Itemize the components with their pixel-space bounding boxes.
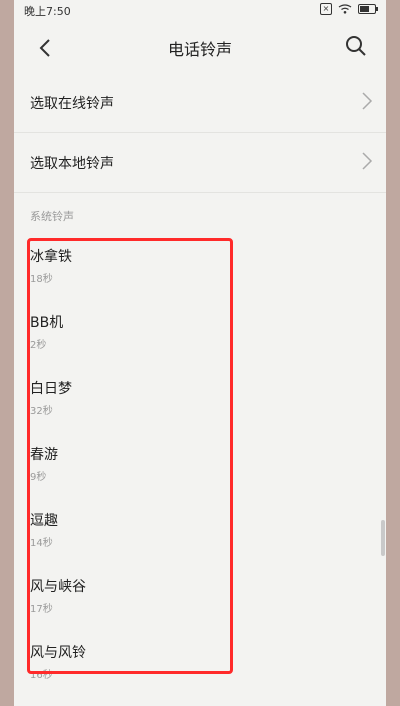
wifi-icon [338,4,352,14]
page-title: 电话铃声 [167,40,232,59]
local-ringtone-option[interactable]: 选取本地铃声 [14,132,386,193]
status-time: 晚上7:50 [24,5,71,18]
online-ringtone-option[interactable]: 选取在线铃声 [14,72,386,133]
notification-icon: × [320,3,332,15]
status-icons: × [320,3,378,15]
app-header: 电话铃声 [14,20,386,76]
scrollbar[interactable] [381,520,385,556]
option-label: 选取本地铃声 [30,156,114,172]
option-label: 选取在线铃声 [30,96,114,112]
status-bar: 晚上7:50 × [14,0,386,20]
highlight-box [27,238,233,674]
chevron-right-icon [362,92,373,110]
chevron-right-icon [362,152,373,170]
battery-icon [358,4,378,14]
search-icon[interactable] [344,34,368,58]
section-title: 系统铃声 [30,210,74,223]
